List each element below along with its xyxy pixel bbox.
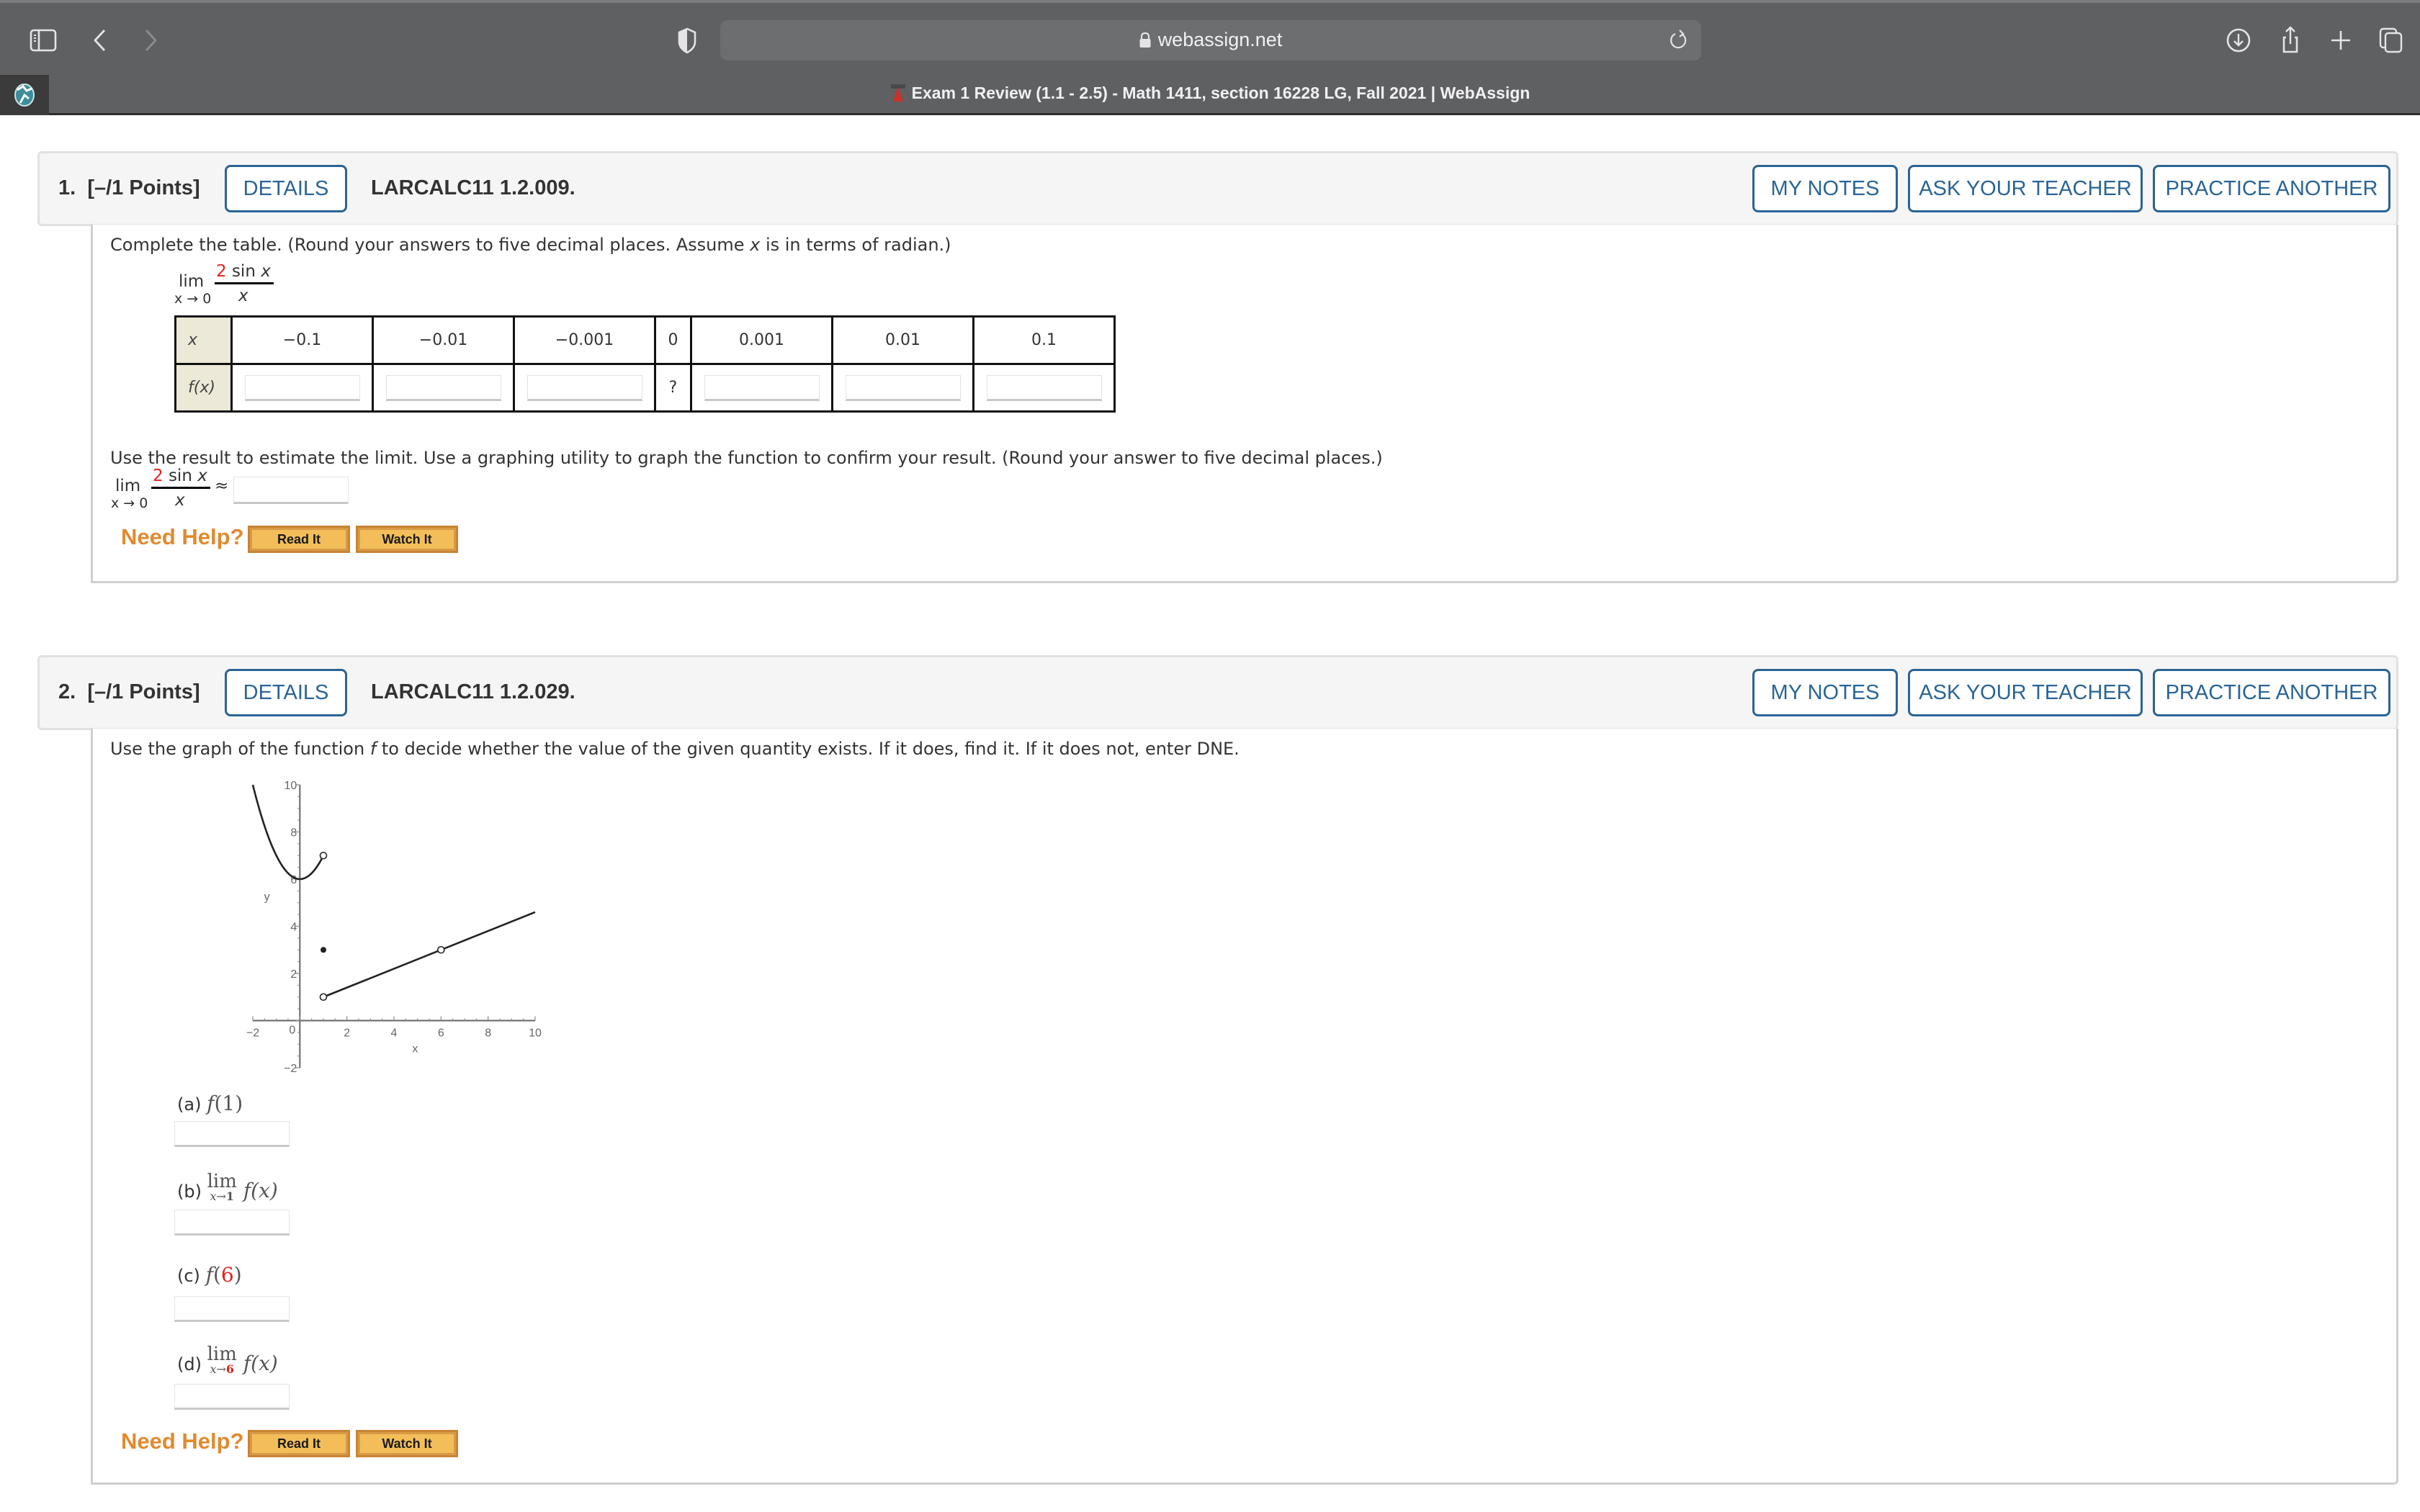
active-tab[interactable]: Exam 1 Review (1.1 - 2.5) - Math 1411, s… [0, 84, 2420, 103]
share-icon[interactable] [2275, 24, 2306, 56]
x-value: 0.1 [972, 315, 1116, 365]
x-value: −0.01 [372, 315, 515, 365]
part-b-input[interactable] [174, 1210, 290, 1236]
x-tick-label: 4 [391, 1027, 398, 1040]
question-1-number: 1. [–/1 Points] [58, 176, 200, 199]
closed-point [321, 947, 326, 953]
function-graph: −2 2 4 6 8 10−22468100xy [246, 780, 542, 1075]
new-tab-icon[interactable] [2325, 24, 2357, 56]
url-text: webassign.net [1157, 29, 1283, 50]
question-2-header: 2. [–/1 Points] DETAILS LARCALC11 1.2.02… [37, 655, 2398, 730]
tab-title-text: Exam 1 Review (1.1 - 2.5) - Math 1411, s… [911, 84, 1531, 102]
back-icon[interactable] [85, 24, 117, 56]
part-c-input[interactable] [174, 1296, 290, 1322]
x-tick-label: 6 [438, 1027, 444, 1040]
x-value: −0.1 [230, 315, 374, 365]
limit-estimate-input[interactable] [233, 477, 349, 504]
y-tick-label: 2 [290, 968, 297, 981]
y-tick-label: 10 [284, 780, 297, 792]
url-display[interactable]: webassign.net [720, 29, 1701, 51]
question-1-prompt-2: Use the result to estimate the limit. Us… [110, 448, 1383, 468]
table-row-x: x −0.1 −0.01 −0.001 0 0.001 0.01 0.1 [174, 315, 1116, 365]
part-a-input[interactable] [174, 1121, 290, 1147]
question-1-my-notes-button[interactable]: MY NOTES [1752, 165, 1898, 212]
x-value: 0.001 [690, 315, 833, 365]
table-header-x: x [174, 315, 233, 365]
question-2-prompt: Use the graph of the function f to decid… [110, 739, 1240, 759]
address-bar[interactable]: webassign.net [720, 20, 1701, 60]
values-table: x −0.1 −0.01 −0.001 0 0.001 0.01 0.1 f(x… [174, 315, 1116, 413]
question-2-ask-teacher-button[interactable]: ASK YOUR TEACHER [1908, 669, 2143, 716]
fx-input[interactable] [845, 374, 961, 401]
approx-symbol: ≈ [215, 477, 229, 495]
fx-input[interactable] [986, 374, 1102, 401]
open-point [437, 945, 445, 954]
forward-icon[interactable] [134, 24, 166, 56]
table-row-fx: f(x) ? [174, 363, 1116, 413]
need-help-label: Need Help? [121, 1428, 244, 1454]
tab-overview-icon[interactable] [2375, 24, 2407, 56]
fx-input[interactable] [526, 374, 642, 401]
question-1-reference: LARCALC11 1.2.009. [371, 176, 575, 199]
x-tick-label: 8 [485, 1027, 491, 1040]
origin-label: 0 [289, 1025, 295, 1037]
x-value: −0.001 [513, 315, 656, 365]
x-tick-label: 2 [344, 1027, 350, 1040]
x-value: 0.01 [831, 315, 974, 365]
download-icon[interactable] [2223, 24, 2254, 56]
question-1-practice-another-button[interactable]: PRACTICE ANOTHER [2153, 165, 2390, 212]
question-2-number: 2. [–/1 Points] [58, 680, 200, 703]
question-2-details-button[interactable]: DETAILS [225, 669, 347, 716]
question-1-prompt: Complete the table. (Round your answers … [110, 235, 951, 255]
x-axis-label: x [412, 1043, 418, 1056]
x-tick-label: 10 [529, 1027, 542, 1040]
question-1-details-button[interactable]: DETAILS [225, 165, 347, 212]
webassign-favicon-icon [890, 84, 906, 102]
open-point [319, 993, 328, 1002]
y-axis-label: y [264, 891, 270, 903]
part-a-label: (a) f(1) [177, 1092, 243, 1115]
need-help-label: Need Help? [121, 524, 244, 549]
tab-bar: Exam 1 Review (1.1 - 2.5) - Math 1411, s… [0, 72, 2420, 115]
series-parabola [251, 784, 325, 881]
read-it-button[interactable]: Read It [248, 526, 350, 553]
fx-input[interactable] [704, 374, 820, 401]
read-it-button[interactable]: Read It [248, 1430, 350, 1457]
question-1-header: 1. [–/1 Points] DETAILS LARCALC11 1.2.00… [37, 151, 2398, 226]
privacy-shield-icon[interactable] [671, 24, 703, 56]
part-c-label: (c) f(6) [177, 1263, 242, 1287]
y-tick-label: −2 [284, 1063, 297, 1075]
fx-input[interactable] [244, 374, 360, 401]
question-2-practice-another-button[interactable]: PRACTICE ANOTHER [2153, 669, 2390, 716]
question-2-reference: LARCALC11 1.2.029. [371, 680, 575, 703]
x-tick-label: −2 [246, 1027, 259, 1040]
part-d-label: (d) lim x→6 f(x) [177, 1344, 278, 1376]
watch-it-button[interactable]: Watch It [356, 526, 458, 553]
open-point [319, 851, 328, 860]
part-d-input[interactable] [174, 1384, 290, 1410]
y-tick-label: 8 [290, 827, 297, 840]
reload-icon[interactable] [1665, 27, 1691, 53]
fx-input[interactable] [385, 374, 501, 401]
lock-icon [1139, 31, 1151, 48]
fx-undefined-value: ? [654, 363, 692, 413]
question-2-my-notes-button[interactable]: MY NOTES [1752, 669, 1898, 716]
series-line [323, 911, 536, 998]
part-b-label: (b) lim x→1 f(x) [177, 1171, 278, 1203]
x-value: 0 [654, 315, 692, 365]
y-tick-label: 4 [290, 922, 297, 934]
question-1-ask-teacher-button[interactable]: ASK YOUR TEACHER [1908, 165, 2143, 212]
watch-it-button[interactable]: Watch It [356, 1430, 458, 1457]
sidebar-icon[interactable] [27, 24, 59, 56]
browser-toolbar: webassign.net [0, 0, 2420, 72]
table-header-fx: f(x) [174, 363, 233, 413]
